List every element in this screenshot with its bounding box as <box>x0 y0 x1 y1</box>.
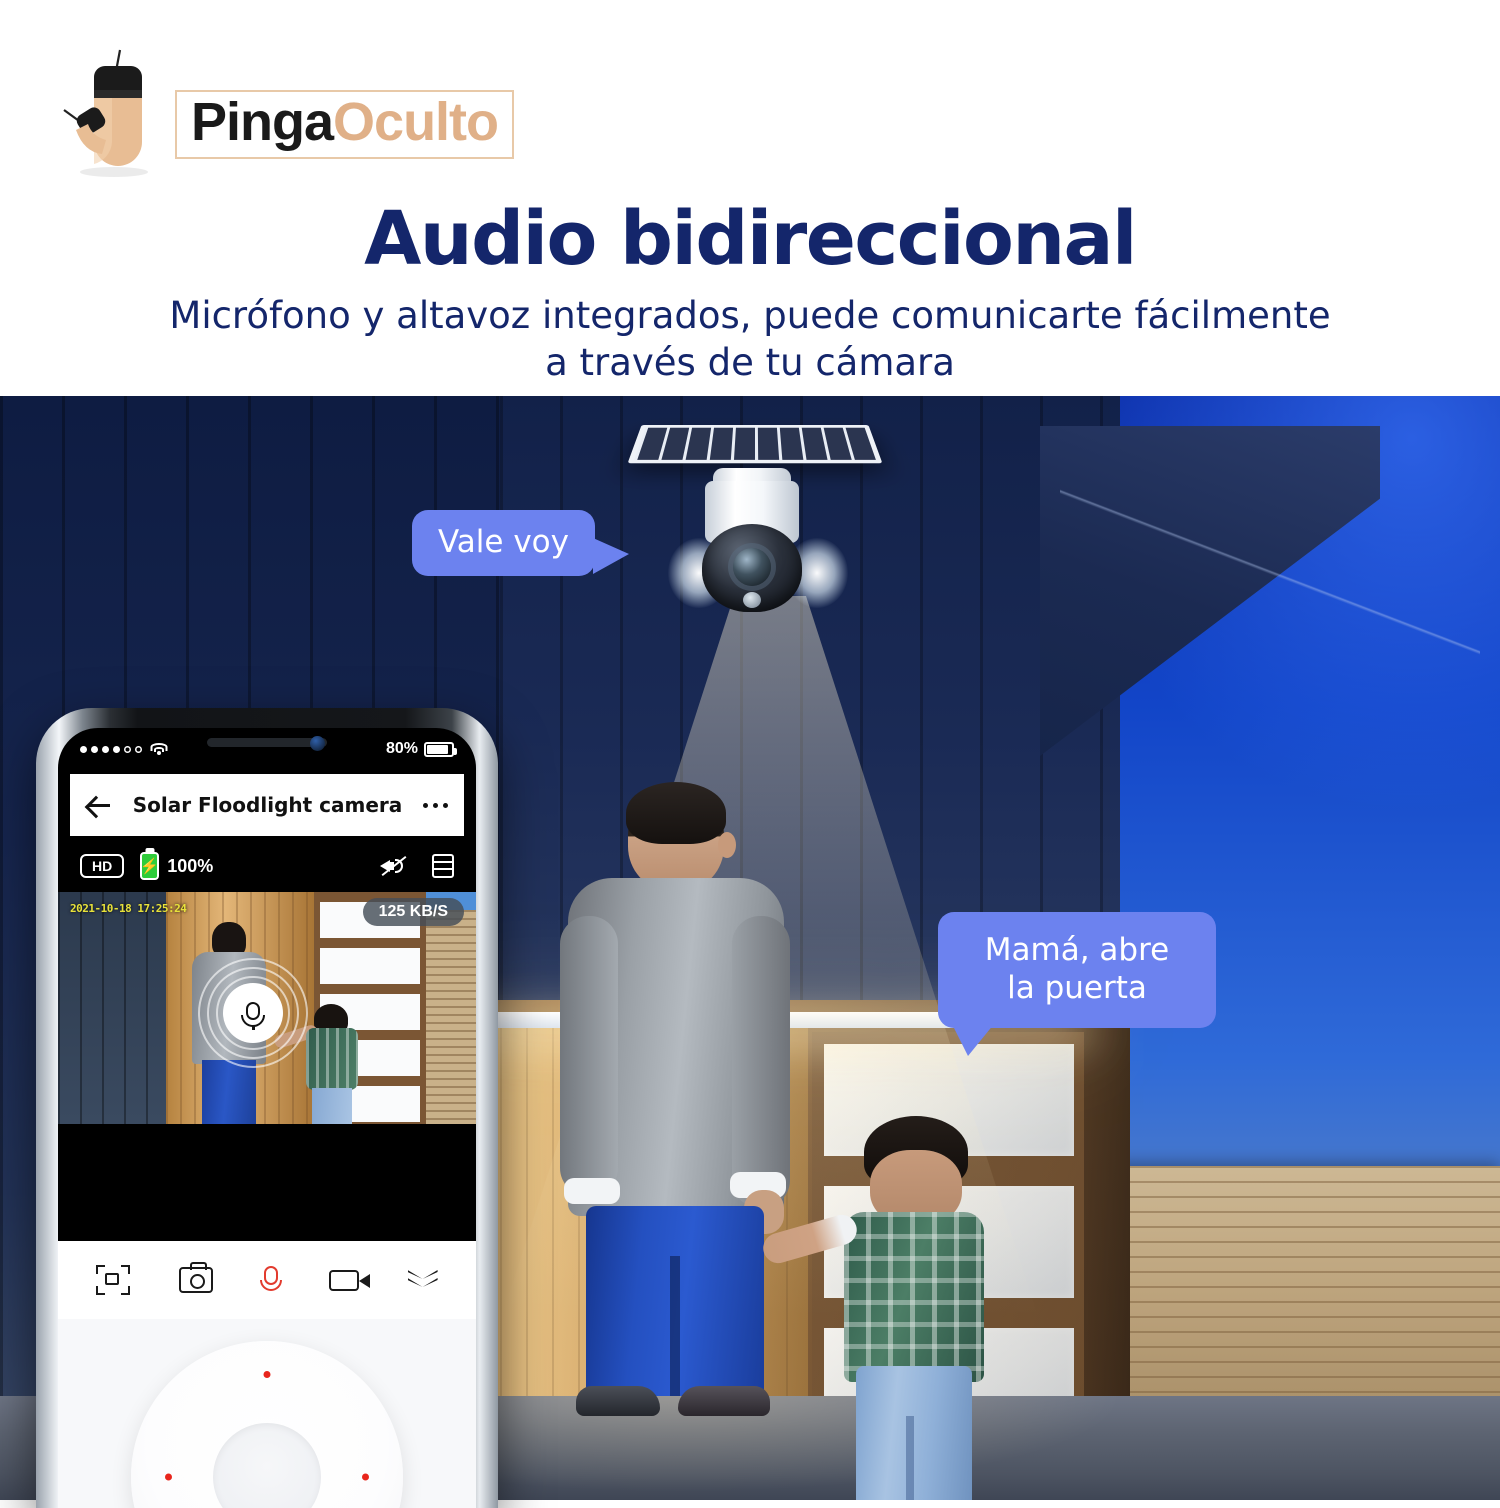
roof-edge-highlight <box>1060 436 1480 716</box>
logo-text-primary: Pinga <box>191 92 333 152</box>
battery-charging-icon: ⚡ <box>140 852 159 880</box>
more-options-icon[interactable] <box>423 803 448 808</box>
adult-shoe-left <box>576 1386 660 1416</box>
wifi-icon <box>150 743 167 756</box>
live-video-feed[interactable]: 2021-10-18 17:25:24 125 KB/S <box>58 892 476 1124</box>
feed-wall <box>58 892 166 1124</box>
logo-text-secondary: Oculto <box>333 92 498 152</box>
subtitle-line-2: a través de tu cámara <box>0 339 1500 386</box>
microphone-icon[interactable] <box>262 1266 280 1294</box>
wood-slat-cladding <box>1085 1166 1500 1416</box>
adult-ear <box>718 832 736 858</box>
camera-icon[interactable] <box>179 1267 213 1293</box>
adult-figure <box>560 786 790 1416</box>
sd-card-icon[interactable] <box>432 854 454 878</box>
feed-slats <box>426 910 476 1124</box>
app-bar-title: Solar Floodlight camera <box>112 793 423 817</box>
video-camera-icon[interactable] <box>329 1270 359 1291</box>
double-chevron-down-icon[interactable] <box>408 1270 438 1290</box>
child-torso <box>844 1212 984 1382</box>
product-feature-page: PingaOculto Audio bidireccional Micrófon… <box>0 0 1500 1500</box>
battery-icon <box>424 742 454 757</box>
microphone-bug-icon <box>42 48 172 178</box>
battery-percent-label: 80% <box>386 740 418 758</box>
speech-bubble-child-line1: Mamá, abre <box>956 932 1198 970</box>
ptz-control-area <box>58 1319 476 1508</box>
child-figure <box>820 1116 1010 1416</box>
speech-bubble-child-line2: la puerta <box>956 970 1198 1008</box>
feed-child-figure <box>300 1004 362 1124</box>
page-header: PingaOculto Audio bidireccional Micrófon… <box>0 0 1500 396</box>
speech-bubble-camera-text: Vale voy <box>438 524 569 560</box>
ptz-dot-right[interactable] <box>362 1474 369 1481</box>
ptz-dot-up[interactable] <box>264 1371 271 1378</box>
adult-hair <box>626 782 726 844</box>
logo-text-box: PingaOculto <box>175 90 514 159</box>
adult-cuff-left <box>564 1178 620 1204</box>
device-battery-label: 100% <box>167 856 213 877</box>
back-arrow-icon[interactable] <box>86 792 112 818</box>
adult-arm-left <box>560 916 618 1196</box>
microphone-icon[interactable] <box>198 958 308 1068</box>
camera-ir-sensor <box>743 592 761 608</box>
speech-bubble-camera: Vale voy <box>412 510 595 576</box>
child-legs <box>856 1366 972 1500</box>
ptz-directional-pad[interactable] <box>131 1341 403 1508</box>
fullscreen-icon[interactable] <box>96 1265 130 1295</box>
status-bar: 80% <box>58 728 476 770</box>
stream-info-actions <box>380 854 454 878</box>
feed-pane <box>320 948 420 984</box>
stream-info-bar: HD ⚡ 100% <box>58 840 476 892</box>
camera-toolbar <box>58 1241 476 1319</box>
ptz-dot-left[interactable] <box>165 1474 172 1481</box>
feed-bitrate-badge: 125 KB/S <box>363 898 464 926</box>
quality-badge[interactable]: HD <box>80 854 124 878</box>
ptz-center-hub[interactable] <box>213 1423 321 1508</box>
brand-logo: PingaOculto <box>42 48 522 178</box>
page-subtitle: Micrófono y altavoz integrados, puede co… <box>0 292 1500 387</box>
app-bar: Solar Floodlight camera <box>70 774 464 836</box>
phone-screen: 80% Solar Floodlight camera HD ⚡ 100% 20… <box>58 728 476 1508</box>
solar-panel <box>628 425 883 463</box>
page-title: Audio bidireccional <box>0 196 1500 282</box>
signal-strength-icon <box>80 746 142 753</box>
feed-timestamp: 2021-10-18 17:25:24 <box>70 902 186 915</box>
adult-arm-right <box>732 916 790 1208</box>
speaker-muted-icon[interactable] <box>380 855 406 877</box>
child-leg-gap <box>906 1416 914 1500</box>
smartphone-mockup: 80% Solar Floodlight camera HD ⚡ 100% 20… <box>36 708 498 1508</box>
adult-shoe-right <box>678 1386 770 1416</box>
subtitle-line-1: Micrófono y altavoz integrados, puede co… <box>0 292 1500 339</box>
camera-lens <box>733 548 771 586</box>
adult-leg-gap <box>670 1256 680 1396</box>
speech-bubble-child: Mamá, abre la puerta <box>938 912 1216 1028</box>
